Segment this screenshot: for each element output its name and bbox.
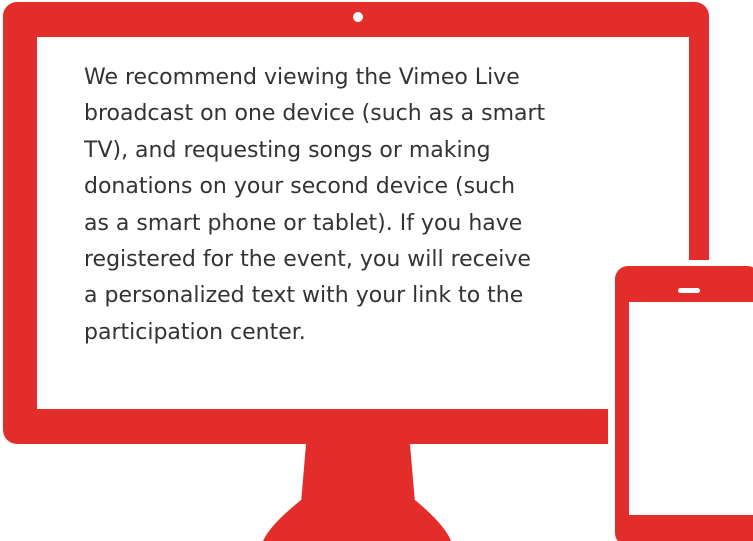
viewing-recommendation-text: We recommend viewing the Vimeo Live broa…	[84, 65, 546, 345]
webcam-dot	[353, 12, 363, 22]
phone-speaker	[678, 288, 700, 293]
monitor-base	[263, 500, 451, 541]
monitor-neck	[301, 444, 415, 503]
